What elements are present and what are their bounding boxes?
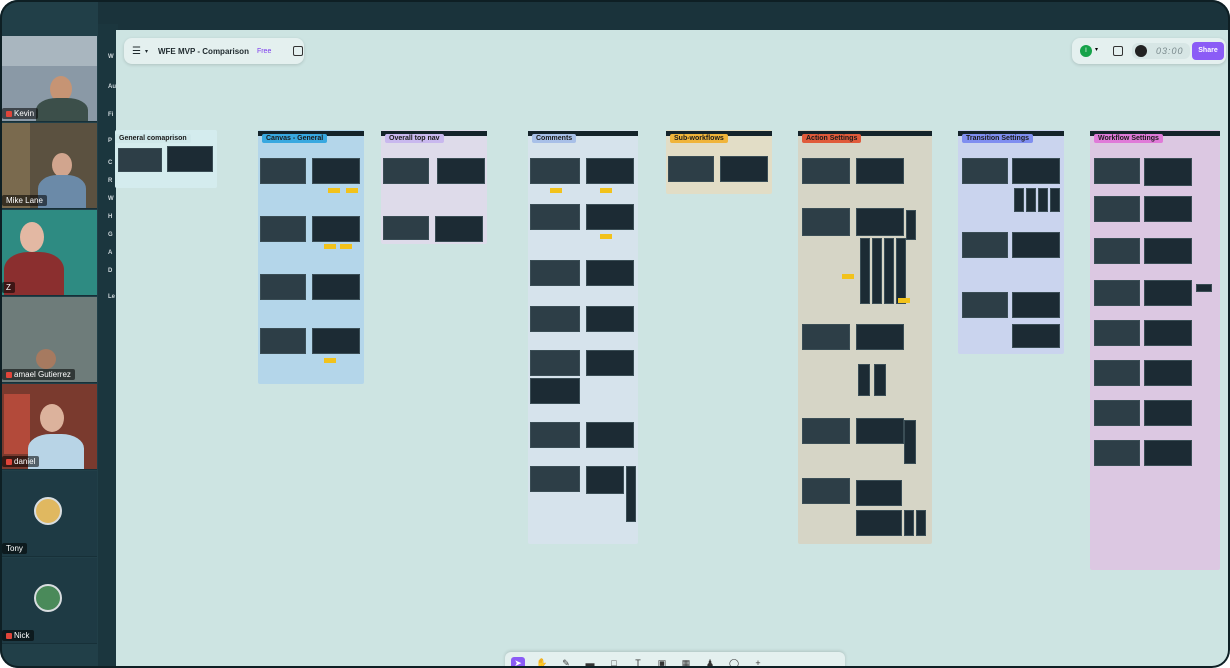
window-border <box>0 0 1230 668</box>
app-window: Kevin Mike Lane Z amael Gutierrez daniel… <box>0 0 1230 668</box>
